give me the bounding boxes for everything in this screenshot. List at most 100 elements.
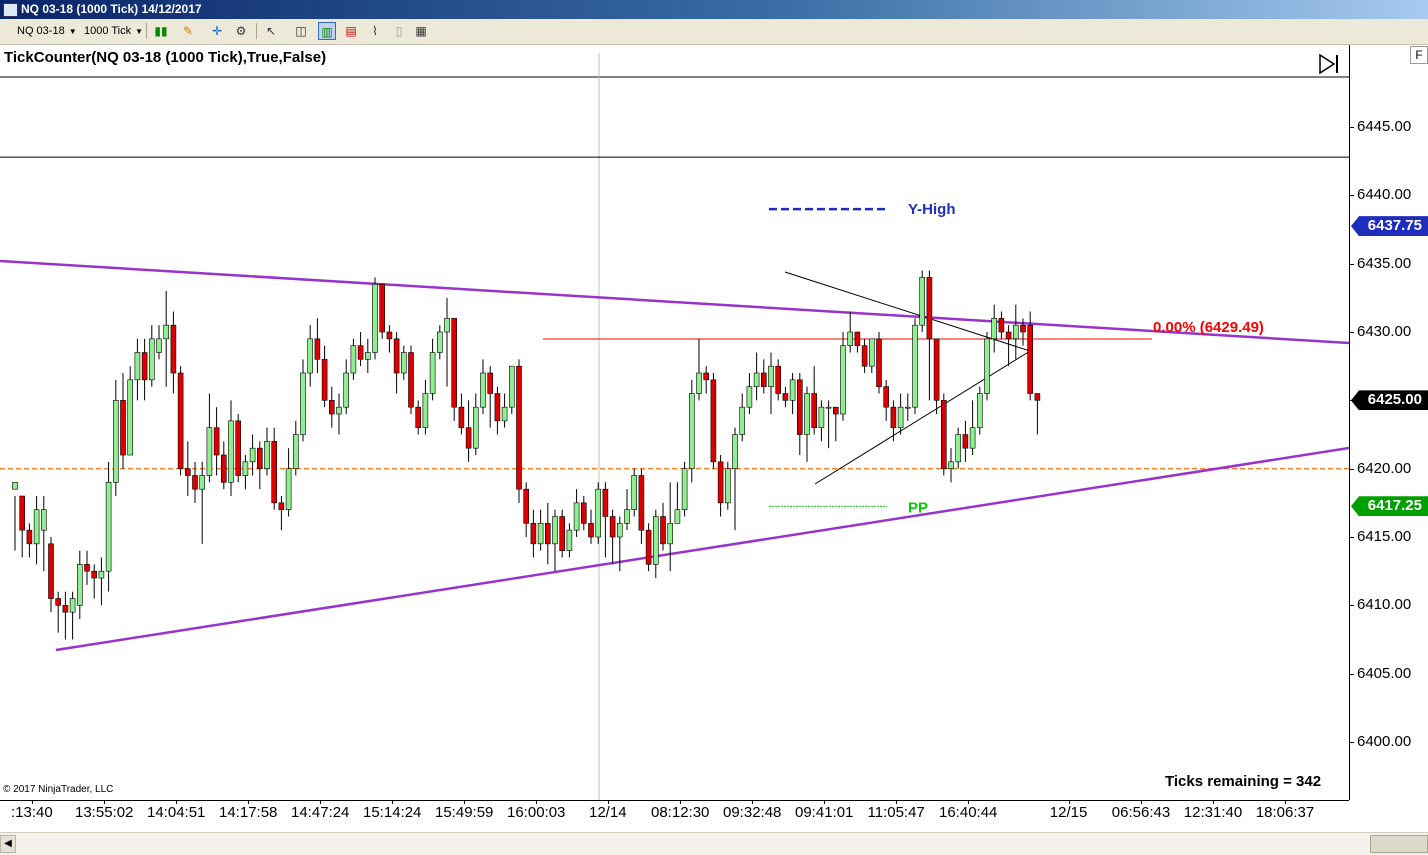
time-tick-mark (536, 800, 537, 804)
time-tick-label: 14:47:24 (291, 804, 350, 821)
chevron-down-icon: ▼ (135, 27, 144, 36)
candle-down (26, 529, 33, 545)
draw-pencil-icon[interactable]: ✎ (179, 22, 197, 40)
candle-up (624, 509, 630, 524)
copyright-text: © 2017 NinjaTrader, LLC (3, 784, 114, 795)
candle-down (760, 372, 767, 387)
properties-icon[interactable]: ▦ (412, 22, 430, 40)
price-chart[interactable]: Y-High PP 0.00% (6429.49) (0, 45, 1350, 800)
candle-up (724, 468, 731, 504)
candle-down (271, 441, 278, 504)
zoom-icon[interactable]: ◫ (292, 22, 310, 40)
collapse-panel-icon[interactable] (1318, 53, 1340, 75)
time-tick-label: 14:17:58 (219, 804, 278, 821)
time-tick-mark (680, 800, 681, 804)
price-tick-mark (1349, 263, 1354, 265)
chart-candles-icon[interactable]: ▤ (342, 22, 360, 40)
candle-down (1027, 324, 1033, 394)
candle-down (876, 338, 882, 387)
candle-up (631, 475, 638, 510)
time-tick-mark (104, 800, 105, 804)
bar-style-icon[interactable]: ▮▮ (152, 22, 170, 40)
candle-up (242, 461, 249, 476)
price-tick-label: 6430.00 (1357, 323, 1412, 340)
candle-up (912, 324, 918, 408)
chart-panel[interactable]: Y-High PP 0.00% (6429.49) (0, 45, 1350, 800)
candle-down (465, 427, 472, 449)
candle-up (163, 324, 169, 340)
candle-up (127, 379, 133, 456)
scroll-thumb[interactable] (1370, 835, 1428, 853)
crosshair-icon[interactable]: ✛ (208, 22, 226, 40)
time-tick-label: 12/15 (1049, 804, 1088, 821)
time-tick-label: 11:05:47 (867, 804, 925, 821)
candle-down (638, 475, 645, 531)
time-tick-mark (896, 800, 897, 804)
candle-up (40, 509, 47, 531)
candle-up (746, 386, 753, 408)
candle-down (393, 338, 400, 374)
candle-up (285, 468, 292, 510)
time-tick-label: :13:40 (11, 804, 53, 821)
candle-up (652, 516, 659, 565)
time-tick-label: 08:12:30 (651, 804, 710, 821)
candle-down (775, 365, 782, 394)
price-tick-mark (1349, 127, 1354, 128)
candle-up (149, 338, 155, 381)
candle-down (516, 365, 522, 490)
candle-down (940, 400, 947, 469)
time-tick-label: 14:04:51 (147, 804, 206, 821)
line-chart-icon[interactable]: ⌇ (366, 22, 384, 40)
f-button[interactable]: F (1410, 46, 1428, 64)
settings-icon[interactable]: ⚙ (232, 22, 250, 40)
candle-down (811, 393, 818, 428)
pointer-icon[interactable]: ↖ (262, 22, 280, 40)
candle-up (264, 441, 270, 469)
price-axis[interactable] (1349, 45, 1428, 800)
candle-up (156, 338, 162, 353)
time-tick-mark (392, 800, 393, 804)
chart-bars-icon[interactable]: ▥ (318, 22, 336, 40)
candle-down (544, 523, 551, 545)
candle-down (710, 379, 717, 463)
candle-down (328, 400, 335, 415)
candle-down (559, 516, 566, 551)
price-tick-label: 6415.00 (1357, 528, 1412, 545)
price-tick-mark (1349, 332, 1354, 333)
candle-down (645, 529, 652, 565)
candle-up (105, 482, 112, 572)
candle-up (897, 406, 904, 428)
price-tick-mark (1349, 605, 1354, 607)
data-box-icon[interactable]: ▯ (390, 22, 408, 40)
candle-up (422, 393, 429, 428)
candle-down (530, 523, 537, 545)
candle-up (444, 318, 450, 333)
candle-up (113, 400, 119, 483)
price-flag: 6437.75 (1351, 216, 1428, 237)
candle-up (552, 516, 558, 545)
candle-down (1020, 324, 1026, 333)
price-flag: 6425.00 (1351, 390, 1428, 411)
candle-up (508, 365, 515, 408)
time-tick-label: 09:41:01 (795, 804, 854, 821)
time-tick-mark (752, 800, 753, 804)
instrument-dropdown[interactable]: NQ 03-18 ▼ (17, 22, 77, 40)
candle-down (213, 427, 220, 456)
interval-dropdown[interactable]: 1000 Tick ▼ (84, 22, 143, 40)
candle-down (609, 516, 616, 538)
time-tick-label: 06:56:43 (1111, 804, 1171, 821)
candle-up (480, 372, 486, 408)
candle-down (19, 495, 26, 531)
lower-trendline (55, 446, 1350, 652)
interval-value: 1000 Tick (84, 25, 132, 37)
scroll-left-icon[interactable]: ◀ (0, 835, 16, 853)
candle-up (667, 523, 674, 545)
time-tick-mark (464, 800, 465, 804)
candle-down (962, 434, 969, 449)
candle-down (926, 277, 933, 340)
candle-down (1034, 393, 1041, 401)
price-tick-label: 6445.00 (1357, 118, 1412, 135)
chevron-down-icon: ▼ (68, 27, 77, 36)
candle-up (98, 570, 105, 579)
horizontal-scrollbar[interactable]: ◀ (0, 832, 1428, 855)
